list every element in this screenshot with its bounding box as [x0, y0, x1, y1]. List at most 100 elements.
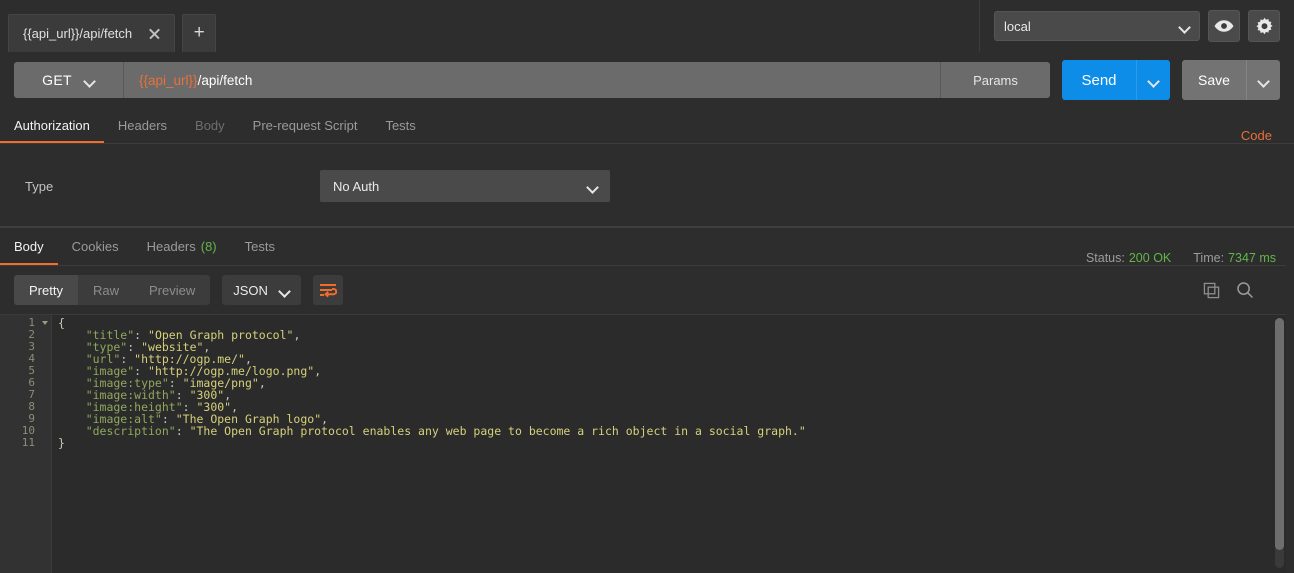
code-token-punc: , [259, 376, 266, 390]
environment-quick-look-button[interactable] [1208, 10, 1240, 42]
response-status-zone: Status: 200 OK Time:7347 ms [1086, 251, 1294, 265]
send-button-group: Send [1062, 60, 1170, 100]
status-label: Status: [1086, 251, 1125, 265]
code-line: } [58, 437, 1294, 449]
chevron-down-icon [1258, 77, 1269, 84]
tab-authorization-label: Authorization [14, 118, 90, 133]
code-line: "title": "Open Graph protocol", [58, 329, 1294, 341]
copy-button[interactable] [1203, 282, 1220, 299]
tab-pre-request-script-label: Pre-request Script [253, 118, 358, 133]
copy-icon [1203, 282, 1220, 299]
gutter-line-number: 5 [0, 365, 51, 377]
tab-tests[interactable]: Tests [371, 108, 429, 143]
editor-right-edge [1286, 314, 1294, 573]
status-value: 200 OK [1129, 251, 1171, 265]
tab-authorization[interactable]: Authorization [0, 108, 104, 143]
method-select[interactable]: GET [14, 62, 124, 98]
response-section-tabs: Body Cookies Headers (8) Tests Status: 20… [0, 228, 1294, 266]
url-input[interactable]: {{api_url}}/api/fetch [124, 62, 940, 98]
send-label: Send [1081, 72, 1116, 89]
close-icon[interactable] [146, 26, 162, 42]
save-button[interactable]: Save [1182, 60, 1246, 100]
view-mode-group: Pretty Raw Preview [14, 275, 210, 305]
gutter-line-number: 3 [0, 341, 51, 353]
request-section-tabs: Authorization Headers Body Pre-request S… [0, 108, 1294, 144]
code-line: "image:width": "300", [58, 389, 1294, 401]
view-mode-pretty[interactable]: Pretty [14, 275, 78, 305]
environment-value: local [1004, 19, 1031, 34]
format-value: JSON [233, 283, 268, 298]
add-tab-button[interactable]: + [182, 14, 216, 52]
response-body-editor[interactable]: 1234567891011 { "title": "Open Graph pro… [0, 314, 1294, 573]
api-client-window: {{api_url}}/api/fetch + local [0, 0, 1294, 573]
send-options-button[interactable] [1136, 60, 1170, 100]
response-tab-body-label: Body [14, 239, 44, 254]
format-select[interactable]: JSON [222, 275, 301, 305]
params-button[interactable]: Params [940, 62, 1050, 98]
auth-type-value: No Auth [333, 179, 379, 194]
settings-button[interactable] [1248, 10, 1280, 42]
tab-strip-spacer [216, 0, 980, 52]
tab-tests-label: Tests [385, 118, 415, 133]
tab-body-label: Body [195, 118, 225, 133]
gutter-line-number: 4 [0, 353, 51, 365]
editor-gutter: 1234567891011 [0, 315, 52, 573]
gutter-line-number: 11 [0, 437, 51, 449]
time-label: Time: [1193, 251, 1224, 265]
tab-headers[interactable]: Headers [104, 108, 181, 143]
time-badge: Time:7347 ms [1193, 251, 1276, 265]
request-tab-label: {{api_url}}/api/fetch [23, 26, 132, 41]
save-button-group: Save [1182, 60, 1280, 100]
word-wrap-button[interactable] [313, 275, 343, 305]
code-link-label: Code [1241, 128, 1272, 143]
code-token-punc: , [293, 328, 300, 342]
response-headers-count: (8) [201, 239, 217, 254]
response-tab-headers[interactable]: Headers (8) [133, 228, 231, 265]
view-mode-pretty-label: Pretty [29, 283, 63, 298]
send-button[interactable]: Send [1062, 60, 1136, 100]
chevron-down-icon [1148, 77, 1159, 84]
tab-pre-request-script[interactable]: Pre-request Script [239, 108, 372, 143]
response-tab-headers-label: Headers [147, 239, 196, 254]
response-tab-body[interactable]: Body [0, 228, 58, 265]
gutter-line-number: 8 [0, 401, 51, 413]
code-token-punc: } [58, 436, 65, 450]
code-token-key: "description" [58, 424, 176, 438]
view-mode-preview[interactable]: Preview [134, 275, 210, 305]
gear-icon [1255, 17, 1274, 36]
tab-strip-left: {{api_url}}/api/fetch + [0, 0, 216, 52]
tab-body[interactable]: Body [181, 108, 239, 143]
chevron-down-icon [279, 287, 290, 294]
response-toolbar-icons [1203, 281, 1280, 299]
word-wrap-icon [319, 283, 337, 298]
save-label: Save [1198, 72, 1230, 88]
gutter-line-number: 6 [0, 377, 51, 389]
editor-vertical-scrollbar[interactable] [1275, 318, 1284, 568]
environment-zone: local [980, 0, 1294, 52]
code-link[interactable]: Code [1241, 128, 1294, 143]
response-tab-cookies[interactable]: Cookies [58, 228, 133, 265]
code-token-punc: , [314, 364, 321, 378]
gutter-line-number: 7 [0, 389, 51, 401]
code-token-str: "The Open Graph protocol enables any web… [190, 424, 806, 438]
search-button[interactable] [1236, 281, 1254, 299]
editor-code-area[interactable]: { "title": "Open Graph protocol", "type"… [52, 315, 1294, 573]
method-url-group: GET {{api_url}}/api/fetch Params [14, 62, 1050, 98]
view-mode-raw-label: Raw [93, 283, 119, 298]
save-options-button[interactable] [1246, 60, 1280, 100]
fold-triangle-icon[interactable] [42, 321, 48, 325]
eye-icon [1214, 19, 1234, 33]
editor-scrollbar-thumb[interactable] [1275, 318, 1284, 550]
search-icon [1236, 281, 1254, 299]
auth-type-label: Type [0, 179, 320, 194]
request-tab[interactable]: {{api_url}}/api/fetch [8, 14, 175, 52]
view-mode-preview-label: Preview [149, 283, 195, 298]
environment-select[interactable]: local [994, 11, 1200, 41]
code-line: "description": "The Open Graph protocol … [58, 425, 1294, 437]
auth-type-row: Type No Auth [0, 144, 1294, 228]
auth-type-select[interactable]: No Auth [320, 170, 610, 202]
response-tab-tests-label: Tests [245, 239, 275, 254]
method-label: GET [42, 72, 72, 88]
view-mode-raw[interactable]: Raw [78, 275, 134, 305]
response-tab-tests[interactable]: Tests [231, 228, 289, 265]
